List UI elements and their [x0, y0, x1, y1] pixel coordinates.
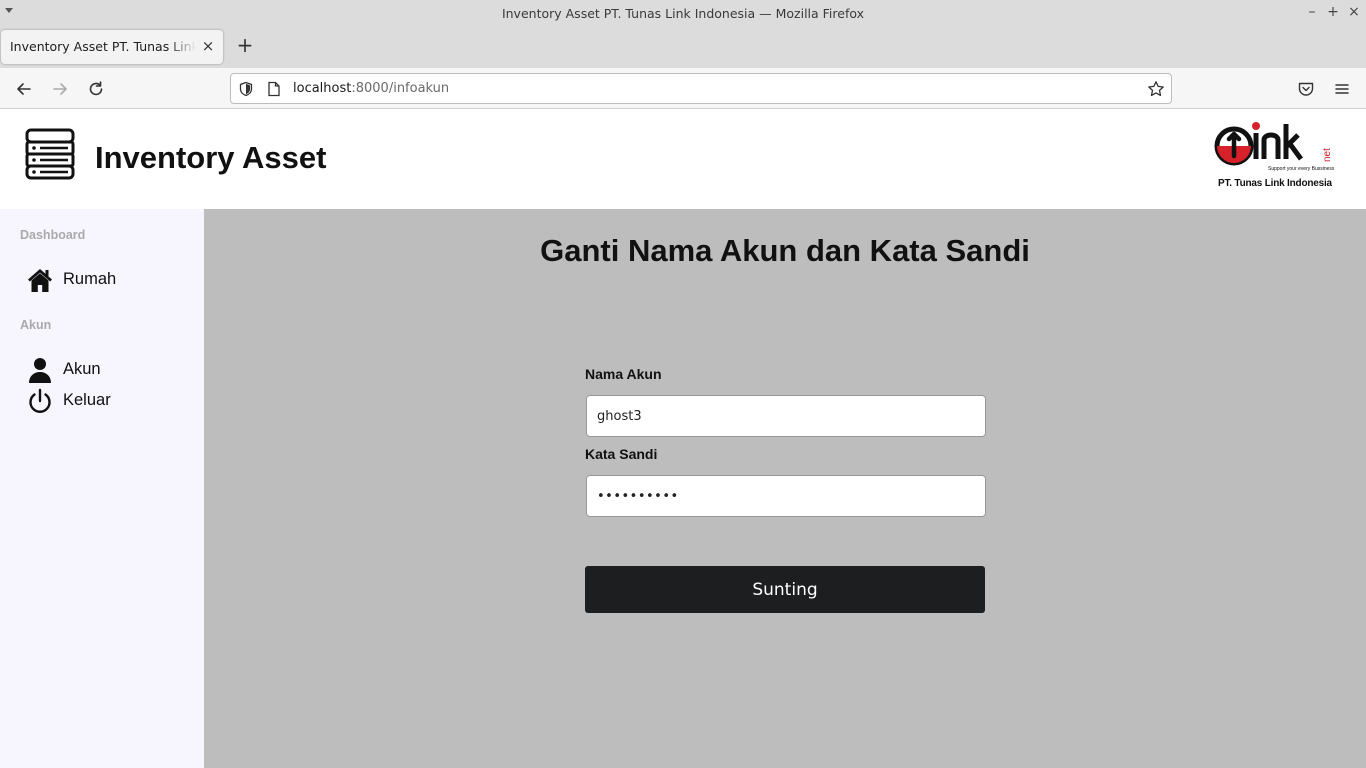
- url-host: localhost: [293, 81, 352, 96]
- page-title: Ganti Nama Akun dan Kata Sandi: [540, 233, 1030, 268]
- sidebar-item-keluar[interactable]: Keluar: [26, 387, 196, 415]
- browser-tab[interactable]: Inventory Asset PT. Tunas Link Indonesia…: [1, 30, 223, 64]
- url-text[interactable]: localhost:8000/infoakun: [293, 81, 449, 96]
- server-stack-icon: [25, 128, 75, 180]
- bookmark-star-icon[interactable]: [1147, 80, 1165, 98]
- url-bar[interactable]: localhost:8000/infoakun: [230, 73, 1172, 104]
- minimize-icon[interactable]: –: [1304, 4, 1320, 20]
- tab-strip: Inventory Asset PT. Tunas Link Indonesia…: [0, 26, 1366, 68]
- maximize-icon[interactable]: +: [1325, 4, 1341, 20]
- app-title: Inventory Asset: [95, 140, 327, 175]
- logo-net-text: net: [1322, 148, 1333, 162]
- url-path: :8000/infoakun: [351, 81, 450, 96]
- new-tab-icon[interactable]: +: [234, 34, 256, 56]
- hamburger-menu-icon[interactable]: [1333, 80, 1351, 98]
- password-input[interactable]: [586, 475, 986, 517]
- sidebar-item-rumah[interactable]: Rumah: [26, 266, 196, 294]
- sidebar-item-label: Rumah: [63, 270, 117, 288]
- logo-tagline: Support your every Bussiness: [1268, 166, 1335, 172]
- link-net-logo: net Support your every Bussiness: [1214, 122, 1335, 172]
- page-icon[interactable]: [267, 81, 281, 97]
- logo-caption: PT. Tunas Link Indonesia: [1218, 178, 1332, 189]
- company-logo: net Support your every Bussiness PT. Tun…: [1212, 120, 1336, 190]
- power-icon: [29, 388, 51, 413]
- sidebar-section-akun: Akun: [20, 318, 52, 332]
- tab-close-icon[interactable]: ×: [201, 38, 215, 54]
- close-window-icon[interactable]: ×: [1346, 4, 1362, 20]
- sunting-button[interactable]: Sunting: [585, 566, 985, 613]
- pocket-icon[interactable]: [1297, 80, 1315, 98]
- tab-title: Inventory Asset PT. Tunas Link Indonesia: [10, 39, 196, 54]
- sidebar-item-label: Akun: [63, 360, 101, 378]
- sidebar-item-akun[interactable]: Akun: [26, 356, 196, 384]
- user-icon: [29, 358, 51, 383]
- window-title: Inventory Asset PT. Tunas Link Indonesia…: [501, 6, 865, 21]
- password-label: Kata Sandi: [585, 446, 658, 462]
- back-icon[interactable]: [13, 78, 35, 100]
- shield-icon[interactable]: [238, 81, 254, 97]
- username-input[interactable]: [586, 395, 986, 437]
- main-content: Ganti Nama Akun dan Kata Sandi Nama Akun…: [204, 209, 1366, 768]
- window-titlebar: Inventory Asset PT. Tunas Link Indonesia…: [0, 0, 1366, 26]
- sidebar-section-dashboard: Dashboard: [20, 228, 86, 242]
- username-label: Nama Akun: [585, 366, 662, 382]
- sidebar: Dashboard Rumah Akun Akun Keluar: [0, 209, 204, 768]
- forward-icon[interactable]: [49, 78, 71, 100]
- navigation-toolbar: localhost:8000/infoakun: [0, 68, 1366, 109]
- sidebar-item-label: Keluar: [63, 391, 111, 409]
- app-header: Inventory Asset net Support your every B…: [0, 109, 1366, 209]
- reload-icon[interactable]: [85, 78, 107, 100]
- home-icon: [28, 269, 52, 292]
